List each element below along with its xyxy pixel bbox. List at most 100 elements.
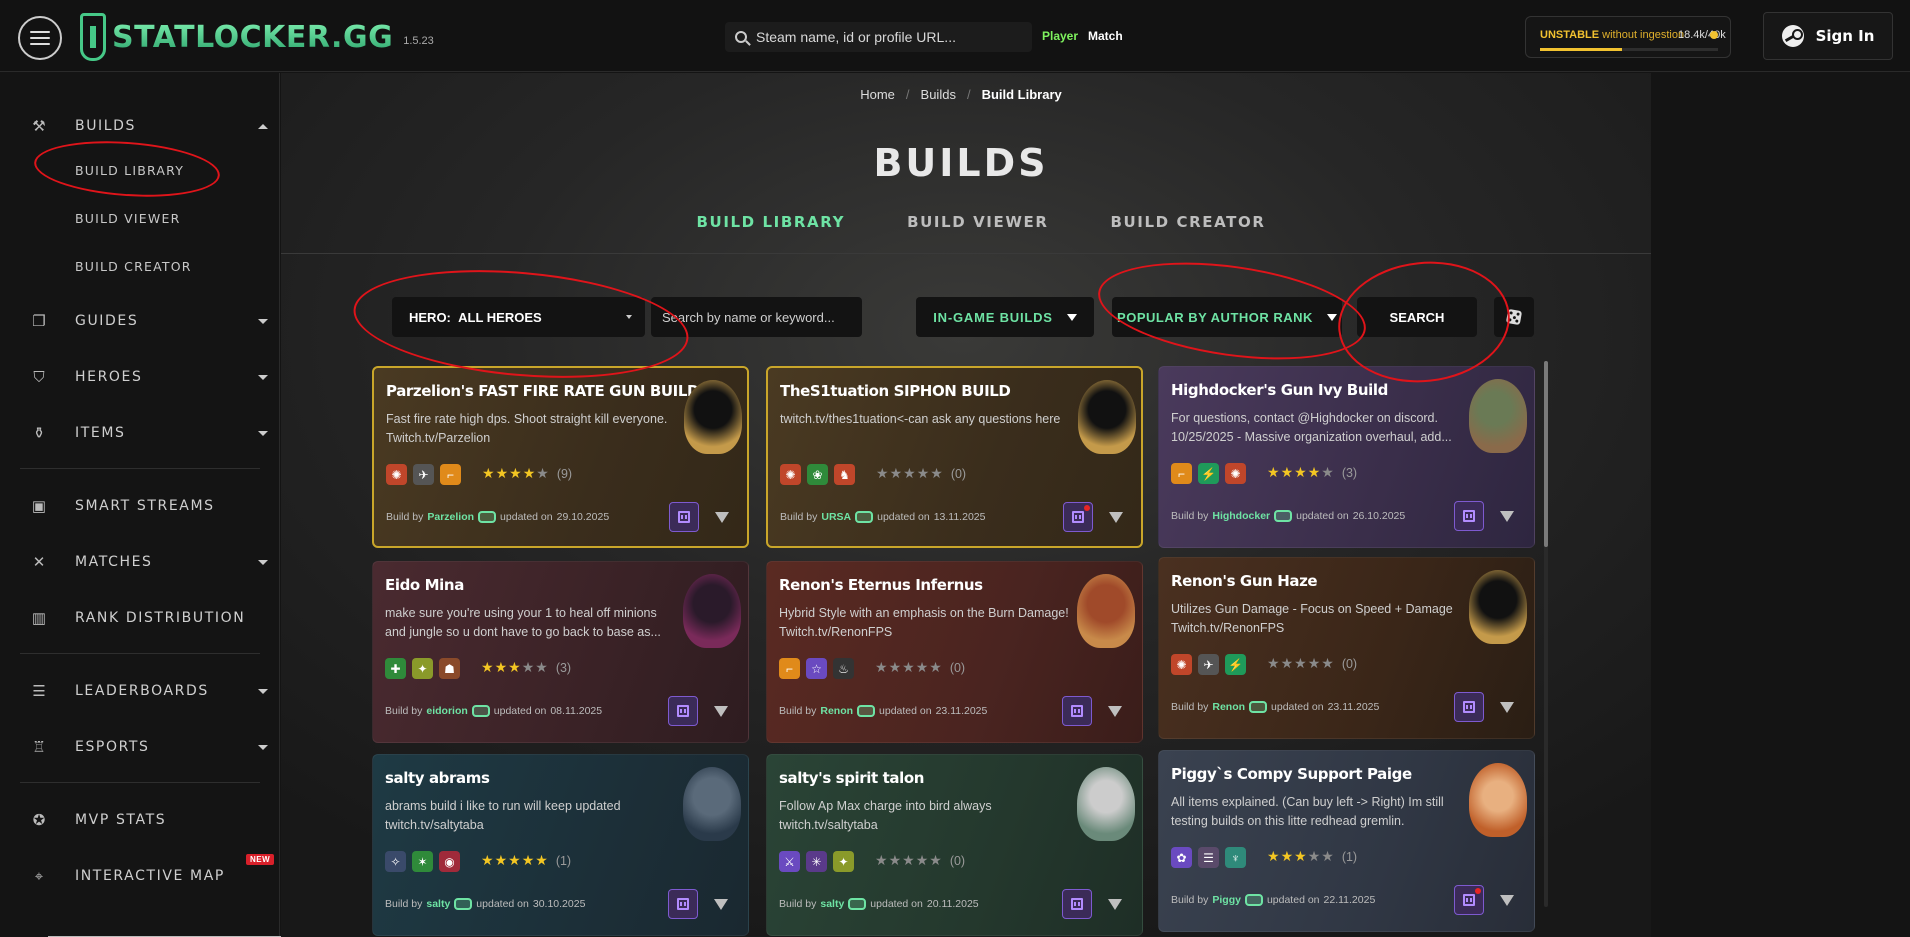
star-icon: ★ bbox=[1280, 464, 1295, 480]
mode-player-toggle[interactable]: Player bbox=[1042, 29, 1078, 43]
author-link[interactable]: Renon bbox=[820, 705, 853, 717]
sort-label: POPULAR BY AUTHOR RANK bbox=[1117, 309, 1313, 325]
ingame-builds-select[interactable]: IN-GAME BUILDS bbox=[916, 297, 1094, 337]
star-icon: ★ bbox=[902, 852, 916, 868]
hero-portrait bbox=[683, 574, 741, 648]
rating-count: (0) bbox=[949, 853, 966, 868]
build-title[interactable]: TheS1tuation SIPHON BUILD bbox=[780, 382, 1011, 400]
sign-in-button[interactable]: Sign In bbox=[1763, 12, 1893, 60]
author-link[interactable]: Piggy bbox=[1212, 894, 1241, 906]
search-button[interactable]: SEARCH bbox=[1357, 297, 1477, 337]
breadcrumb-builds[interactable]: Builds bbox=[921, 87, 956, 102]
chevron-down-icon bbox=[258, 430, 268, 436]
build-card[interactable]: Piggy`s Compy Support Paige All items ex… bbox=[1158, 750, 1535, 932]
author-link[interactable]: URSA bbox=[821, 511, 851, 523]
expand-caret-icon[interactable] bbox=[1500, 702, 1514, 713]
player-search[interactable] bbox=[725, 22, 1032, 52]
twitch-button[interactable] bbox=[1454, 501, 1484, 531]
tab-build-library[interactable]: BUILD LIBRARY bbox=[697, 213, 846, 231]
sidebar-item-guides[interactable]: ❐ GUIDES bbox=[28, 306, 268, 336]
build-card[interactable]: salty's spirit talon Follow Ap Max charg… bbox=[766, 754, 1143, 936]
sidebar-item-matches[interactable]: ✕ MATCHES bbox=[28, 547, 268, 577]
sidebar-item-rank-distribution[interactable]: ▥ RANK DISTRIBUTION bbox=[28, 603, 268, 633]
sidebar-sub-build-library[interactable]: BUILD LIBRARY bbox=[75, 163, 184, 178]
sidebar-item-leaderboards[interactable]: ☰ LEADERBOARDS bbox=[28, 676, 268, 706]
sidebar-item-smart-streams[interactable]: ▣ SMART STREAMS bbox=[28, 491, 268, 521]
build-card[interactable]: TheS1tuation SIPHON BUILD twitch.tv/thes… bbox=[766, 366, 1143, 548]
expand-caret-icon[interactable] bbox=[1108, 706, 1122, 717]
author-link[interactable]: Renon bbox=[1212, 701, 1245, 713]
twitch-button[interactable] bbox=[669, 502, 699, 532]
player-search-input[interactable] bbox=[756, 29, 996, 45]
build-card[interactable]: Renon's Gun Haze Utilizes Gun Damage - F… bbox=[1158, 557, 1535, 739]
build-title[interactable]: Renon's Eternus Infernus bbox=[779, 576, 983, 594]
sidebar-item-interactive-map[interactable]: ⌖ INTERACTIVE MAP NEW bbox=[28, 854, 275, 891]
star-icon: ★ bbox=[1294, 464, 1308, 480]
build-card[interactable]: Eido Mina make sure you're using your 1 … bbox=[372, 561, 749, 743]
build-title[interactable]: salty abrams bbox=[385, 769, 490, 787]
sidebar-item-builds[interactable]: ⚒ BUILDS bbox=[28, 111, 268, 141]
twitch-button[interactable] bbox=[1062, 696, 1092, 726]
rating-count: (3) bbox=[1341, 465, 1358, 480]
hamburger-menu-button[interactable] bbox=[18, 16, 62, 60]
sidebar-item-mvp-stats[interactable]: ✪ MVP STATS bbox=[28, 805, 268, 835]
twitch-button[interactable] bbox=[1454, 692, 1484, 722]
build-items: ✺ ✈ ⌐ bbox=[386, 464, 461, 485]
build-card[interactable]: Renon's Eternus Infernus Hybrid Style wi… bbox=[766, 561, 1143, 743]
random-build-button[interactable] bbox=[1494, 297, 1534, 337]
expand-caret-icon[interactable] bbox=[1500, 895, 1514, 906]
build-card[interactable]: Parzelion's FAST FIRE RATE GUN BUILD Fas… bbox=[372, 366, 749, 548]
status-progress-bar bbox=[1540, 48, 1718, 51]
build-rating: ★★★★★ (0) bbox=[875, 852, 965, 869]
tab-build-viewer[interactable]: BUILD VIEWER bbox=[907, 213, 1048, 231]
hero-filter-select[interactable]: HERO: ALL HEROES bbox=[392, 297, 645, 337]
author-link[interactable]: eidorion bbox=[426, 705, 467, 717]
expand-caret-icon[interactable] bbox=[714, 899, 728, 910]
rank-badge-icon bbox=[1249, 701, 1268, 713]
build-search-input[interactable] bbox=[662, 309, 852, 325]
author-link[interactable]: Highdocker bbox=[1212, 510, 1270, 522]
sidebar-item-heroes[interactable]: ⛉ HEROES bbox=[28, 362, 268, 392]
results-scrollbar[interactable] bbox=[1544, 361, 1548, 907]
star-icon: ★ bbox=[929, 659, 943, 675]
build-card[interactable]: Highdocker's Gun Ivy Build For questions… bbox=[1158, 366, 1535, 548]
sidebar-sub-build-viewer[interactable]: BUILD VIEWER bbox=[75, 211, 180, 226]
leaderboard-icon: ☰ bbox=[32, 683, 46, 700]
star-icon: ★ bbox=[1267, 655, 1281, 671]
author-link[interactable]: salty bbox=[426, 898, 450, 910]
twitch-button[interactable] bbox=[1062, 889, 1092, 919]
sign-in-label: Sign In bbox=[1815, 27, 1875, 45]
build-items: ✺ ❀ ♞ bbox=[780, 464, 855, 485]
build-search[interactable] bbox=[651, 297, 862, 337]
twitch-button[interactable] bbox=[668, 889, 698, 919]
expand-caret-icon[interactable] bbox=[1108, 899, 1122, 910]
sidebar-item-esports[interactable]: ♖ ESPORTS bbox=[28, 732, 268, 762]
build-title[interactable]: salty's spirit talon bbox=[779, 769, 924, 787]
expand-caret-icon[interactable] bbox=[714, 706, 728, 717]
build-title[interactable]: Eido Mina bbox=[385, 576, 464, 594]
build-card[interactable]: salty abrams abrams build i like to run … bbox=[372, 754, 749, 936]
sidebar-item-items[interactable]: ⚱ ITEMS bbox=[28, 418, 268, 448]
tab-build-creator[interactable]: BUILD CREATOR bbox=[1110, 213, 1265, 231]
mode-match-toggle[interactable]: Match bbox=[1088, 29, 1123, 43]
build-title[interactable]: Highdocker's Gun Ivy Build bbox=[1171, 381, 1388, 399]
build-rating: ★★★★★ (3) bbox=[481, 659, 571, 676]
sort-select[interactable]: POPULAR BY AUTHOR RANK bbox=[1112, 297, 1342, 337]
expand-caret-icon[interactable] bbox=[1109, 512, 1123, 523]
star-icon: ★ bbox=[1294, 848, 1308, 864]
logo[interactable]: STATLOCKER.GG 1.5.23 bbox=[80, 10, 434, 64]
author-link[interactable]: salty bbox=[820, 898, 844, 910]
breadcrumb-home[interactable]: Home bbox=[860, 87, 895, 102]
expand-caret-icon[interactable] bbox=[715, 512, 729, 523]
sidebar-sub-build-creator[interactable]: BUILD CREATOR bbox=[75, 259, 192, 274]
scrollbar-thumb[interactable] bbox=[1544, 361, 1548, 547]
author-link[interactable]: Parzelion bbox=[427, 511, 474, 523]
twitch-button[interactable] bbox=[1063, 502, 1093, 532]
build-title[interactable]: Renon's Gun Haze bbox=[1171, 572, 1318, 590]
build-title[interactable]: Parzelion's FAST FIRE RATE GUN BUILD bbox=[386, 382, 699, 400]
expand-caret-icon[interactable] bbox=[1500, 511, 1514, 522]
twitch-button[interactable] bbox=[1454, 885, 1484, 915]
twitch-button[interactable] bbox=[668, 696, 698, 726]
star-icon: ★ bbox=[508, 659, 522, 675]
build-title[interactable]: Piggy`s Compy Support Paige bbox=[1171, 765, 1412, 783]
